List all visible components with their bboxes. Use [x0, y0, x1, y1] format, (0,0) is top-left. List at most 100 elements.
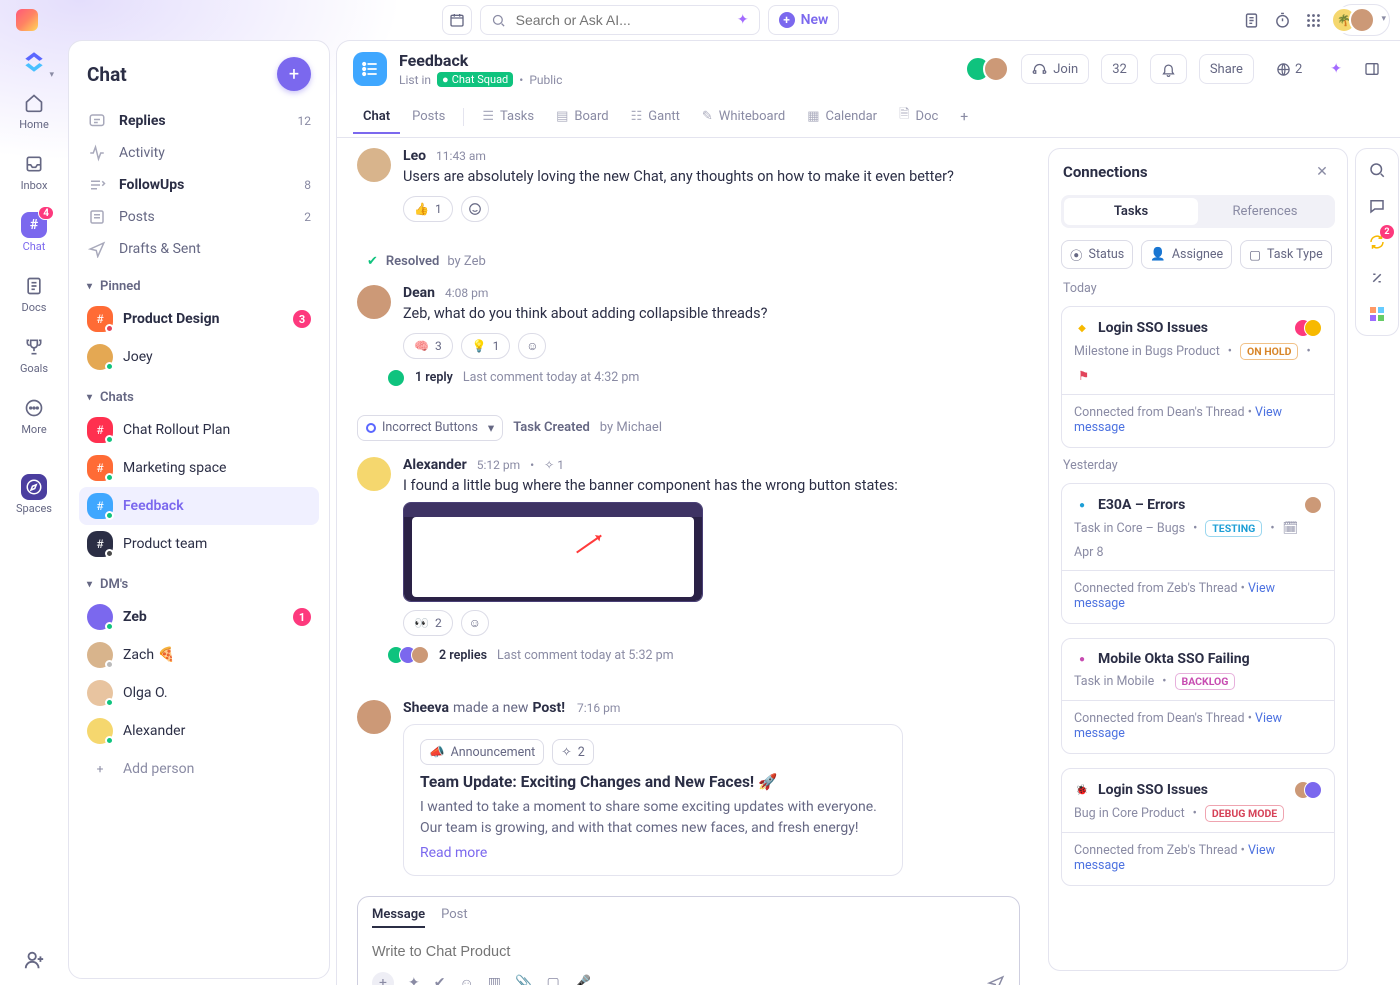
section-dms[interactable]: ▾DM's: [79, 563, 319, 598]
composer-add[interactable]: +: [372, 972, 394, 985]
filter-assignee[interactable]: 👤 Assignee: [1141, 240, 1232, 269]
dm-zach[interactable]: Zach 🍕: [79, 636, 319, 674]
calendar-button[interactable]: [442, 5, 472, 35]
notepad-icon[interactable]: [1243, 12, 1260, 29]
rail-goals[interactable]: Goals: [4, 326, 64, 383]
video-icon[interactable]: ▢: [546, 975, 559, 985]
close-button[interactable]: ✕: [1311, 161, 1333, 183]
mic-icon[interactable]: 🎤: [574, 975, 591, 985]
rail-docs[interactable]: Docs: [4, 265, 64, 322]
rr-apps[interactable]: [1362, 299, 1392, 329]
notifications-button[interactable]: [1150, 54, 1187, 84]
nav-replies[interactable]: Replies 12: [79, 105, 319, 137]
emoji-icon[interactable]: ☺: [459, 975, 473, 985]
conn-card[interactable]: 🐞 Login SSO Issues Bug in Core Product• …: [1061, 768, 1335, 886]
rail-home[interactable]: Home: [4, 82, 64, 139]
user-menu[interactable]: 🌴 ▾: [1336, 4, 1390, 36]
composer-input[interactable]: [372, 938, 1005, 966]
chat-feedback[interactable]: # Feedback: [79, 487, 319, 525]
conn-card[interactable]: ● Mobile Okta SSO Failing Task in Mobile…: [1061, 638, 1335, 754]
tab-board[interactable]: ▤Board: [546, 101, 619, 134]
new-chat-button[interactable]: +: [277, 57, 311, 91]
slash-icon[interactable]: ▥: [488, 975, 501, 985]
tab-posts[interactable]: Posts: [402, 101, 455, 134]
nav-posts[interactable]: Posts 2: [79, 201, 319, 233]
activity-badge: 2: [1380, 225, 1394, 239]
post-count[interactable]: ✧ 2: [552, 739, 594, 765]
add-reaction[interactable]: [461, 196, 489, 222]
rail-chat[interactable]: 4 # Chat: [4, 204, 64, 261]
tab-calendar[interactable]: ▦Calendar: [797, 101, 887, 134]
workspace-logo[interactable]: ▾: [18, 46, 50, 78]
send-button[interactable]: [987, 974, 1005, 985]
conn-card[interactable]: ● E30A – Errors Task in Core – Bugs• TES…: [1061, 483, 1335, 624]
posts-icon: [87, 208, 107, 226]
watchers[interactable]: 2: [1266, 54, 1312, 84]
reaction-bulb[interactable]: 💡1: [461, 333, 511, 359]
announcement-tag[interactable]: 📣Announcement: [420, 739, 544, 765]
screenshot-attachment[interactable]: [403, 502, 703, 602]
pinned-joey[interactable]: Joey: [79, 338, 319, 376]
conn-tab-tasks[interactable]: Tasks: [1064, 198, 1198, 225]
chat-product-team[interactable]: # Product team: [79, 525, 319, 563]
tab-chat[interactable]: Chat: [353, 101, 400, 134]
tab-tasks[interactable]: ☰Tasks: [472, 101, 544, 134]
attach-icon[interactable]: 📎: [515, 975, 532, 985]
tab-whiteboard[interactable]: ✎Whiteboard: [692, 101, 795, 134]
members-avatars[interactable]: [973, 56, 1009, 82]
share-button[interactable]: Share: [1199, 54, 1254, 84]
reaction-eyes[interactable]: 👀2: [403, 610, 453, 636]
stopwatch-icon[interactable]: [1274, 12, 1291, 29]
pinned-product-design[interactable]: # Product Design 3: [79, 300, 319, 338]
conn-card[interactable]: ◆ Login SSO Issues Milestone in Bugs Pro…: [1061, 306, 1335, 448]
add-reaction[interactable]: ☺: [518, 333, 546, 359]
dm-olga[interactable]: Olga O.: [79, 674, 319, 712]
filter-tasktype[interactable]: ▢ Task Type: [1240, 240, 1332, 269]
search-input[interactable]: [514, 11, 729, 29]
composer-tab-message[interactable]: Message: [372, 907, 425, 928]
ai-icon[interactable]: ✦: [408, 975, 420, 985]
rr-comments[interactable]: [1362, 191, 1392, 221]
rr-search[interactable]: [1362, 155, 1392, 185]
rr-relations[interactable]: [1362, 263, 1392, 293]
rail-invite[interactable]: [23, 949, 45, 971]
thread-line[interactable]: 2 replies Last comment today at 5:32 pm: [393, 646, 1020, 664]
reaction-thumb[interactable]: 👍1: [403, 196, 453, 222]
post-card[interactable]: 📣Announcement ✧ 2 Team Update: Exciting …: [403, 724, 903, 876]
tab-doc[interactable]: 🗎Doc: [889, 97, 948, 137]
composer-tab-post[interactable]: Post: [441, 907, 468, 928]
dm-alexander[interactable]: Alexander: [79, 712, 319, 750]
section-chats[interactable]: ▾Chats: [79, 376, 319, 411]
read-more-link[interactable]: Read more: [420, 845, 886, 861]
squad-tag[interactable]: ● Chat Squad: [437, 72, 513, 87]
rail-more[interactable]: More: [4, 387, 64, 444]
filter-status[interactable]: ⦿ Status: [1061, 240, 1133, 269]
apps-grid-icon[interactable]: [1305, 12, 1322, 29]
task-icon[interactable]: ✔: [434, 975, 446, 985]
layout-button[interactable]: [1360, 54, 1384, 84]
thread-line[interactable]: 1 reply Last comment today at 4:32 pm: [393, 369, 1020, 387]
global-search[interactable]: ✦: [480, 5, 760, 35]
rail-spaces[interactable]: Spaces: [4, 466, 64, 523]
dm-zeb[interactable]: Zeb 1: [79, 598, 319, 636]
tab-add[interactable]: +: [950, 101, 978, 133]
chat-rollout[interactable]: # Chat Rollout Plan: [79, 411, 319, 449]
ai-icon[interactable]: ✦: [1324, 61, 1348, 77]
member-count[interactable]: 32: [1101, 54, 1138, 84]
reaction-brain[interactable]: 🧠3: [403, 333, 453, 359]
nav-drafts[interactable]: Drafts & Sent: [79, 233, 319, 265]
rail-inbox[interactable]: Inbox: [4, 143, 64, 200]
rr-activity[interactable]: 2: [1362, 227, 1392, 257]
chat-marketing[interactable]: # Marketing space: [79, 449, 319, 487]
add-reaction[interactable]: ☺: [461, 610, 489, 636]
conn-tab-refs[interactable]: References: [1198, 198, 1332, 225]
section-pinned[interactable]: ▾Pinned: [79, 265, 319, 300]
chevron-down-icon[interactable]: ▾: [488, 420, 494, 436]
add-person[interactable]: + Add person: [79, 750, 319, 788]
tab-gantt[interactable]: ☷Gantt: [621, 101, 690, 134]
new-button[interactable]: + New: [768, 5, 840, 35]
nav-activity[interactable]: Activity: [79, 137, 319, 169]
nav-followups[interactable]: FollowUps 8: [79, 169, 319, 201]
task-pill[interactable]: Incorrect Buttons▾: [357, 415, 503, 441]
join-button[interactable]: Join: [1021, 54, 1089, 84]
